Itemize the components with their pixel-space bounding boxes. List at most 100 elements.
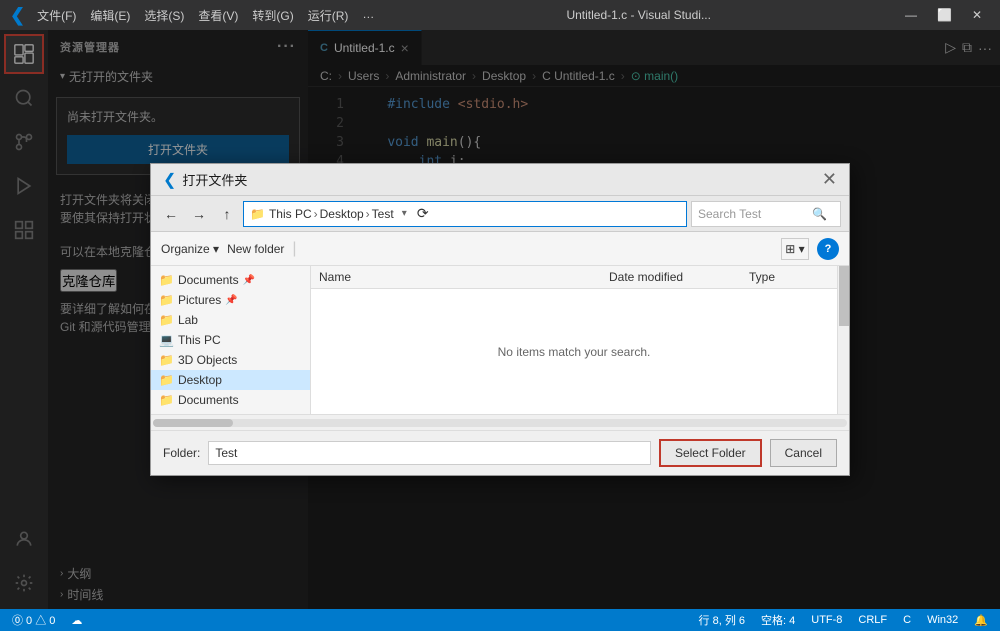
empty-message: No items match your search.	[498, 345, 651, 359]
title-bar-menu: 文件(F) 编辑(E) 选择(S) 查看(V) 转到(G) 运行(R) …	[31, 5, 380, 26]
tree-label-1: Documents	[178, 273, 239, 287]
dialog-vscode-icon: ❮	[163, 170, 176, 190]
folder-input[interactable]	[208, 441, 651, 465]
dialog-title: ❮ 打开文件夹	[163, 170, 247, 190]
window-restore[interactable]: ⬜	[929, 6, 960, 24]
help-button[interactable]: ?	[817, 238, 839, 260]
vscode-icon: ❮	[10, 5, 25, 26]
tree-label-3: Lab	[178, 313, 198, 327]
menu-edit[interactable]: 编辑(E)	[84, 5, 136, 26]
view-toggle-button[interactable]: ⊞ ▾	[781, 238, 809, 260]
dialog-content: 📁 Documents 📌 📁 Pictures 📌 📁 Lab 💻 This …	[151, 266, 849, 414]
tree-item-lab[interactable]: 📁 Lab	[151, 310, 310, 330]
col-name-header[interactable]: Name	[319, 270, 609, 284]
dialog-toolbar: Organize ▾ New folder | ⊞ ▾ ?	[151, 232, 849, 266]
scrollbar-thumb[interactable]	[839, 266, 849, 326]
tree-item-thispc[interactable]: 💻 This PC	[151, 330, 310, 350]
file-list-header: Name Date modified Type	[311, 266, 837, 289]
nav-forward-button[interactable]: →	[187, 202, 211, 226]
address-refresh-button[interactable]: ⟳	[411, 202, 435, 226]
status-bar: ⓪ 0 △ 0 ☁ 行 8, 列 6 空格: 4 UTF-8 CRLF C Wi…	[0, 609, 1000, 631]
dialog-overlay: ❮ 打开文件夹 ✕ ← → ↑ 📁 This PC › Desktop › Te…	[0, 30, 1000, 609]
title-bar-controls: — ⬜ ✕	[897, 6, 990, 24]
status-platform[interactable]: Win32	[923, 614, 962, 626]
col-date-header[interactable]: Date modified	[609, 270, 749, 284]
status-eol[interactable]: CRLF	[854, 614, 891, 626]
status-right: 行 8, 列 6 空格: 4 UTF-8 CRLF C Win32 🔔	[695, 612, 992, 628]
dialog-footer: Folder: Select Folder Cancel	[151, 430, 849, 475]
addr-sep2: ›	[366, 207, 370, 221]
hscroll-track[interactable]	[153, 419, 847, 427]
tree-label-5: 3D Objects	[178, 353, 237, 367]
organize-button[interactable]: Organize ▾	[161, 242, 219, 256]
tree-item-pictures[interactable]: 📁 Pictures 📌	[151, 290, 310, 310]
dialog-close-button[interactable]: ✕	[822, 169, 837, 190]
dialog-hscrollbar[interactable]	[151, 414, 849, 430]
addr-sep1: ›	[314, 207, 318, 221]
tree-folder-icon-1: 📁	[159, 273, 174, 287]
tree-label-4: This PC	[178, 333, 221, 347]
menu-view[interactable]: 查看(V)	[192, 5, 244, 26]
tree-folder-icon-5: 📁	[159, 353, 174, 367]
status-left: ⓪ 0 △ 0 ☁	[8, 612, 86, 628]
dialog-scrollbar[interactable]	[837, 266, 849, 414]
tree-folder-icon-3: 📁	[159, 313, 174, 327]
cancel-button[interactable]: Cancel	[770, 439, 837, 467]
title-bar-left: ❮ 文件(F) 编辑(E) 选择(S) 查看(V) 转到(G) 运行(R) …	[10, 5, 380, 26]
tree-item-documents[interactable]: 📁 Documents 📌	[151, 270, 310, 290]
nav-back-button[interactable]: ←	[159, 202, 183, 226]
col-type-header[interactable]: Type	[749, 270, 829, 284]
tree-folder-icon-6: 📁	[159, 373, 174, 387]
addr-thispc[interactable]: This PC	[269, 207, 312, 221]
menu-file[interactable]: 文件(F)	[31, 5, 82, 26]
addr-test[interactable]: Test	[372, 207, 394, 221]
tree-label-6: Desktop	[178, 373, 222, 387]
nav-up-button[interactable]: ↑	[215, 202, 239, 226]
window-minimize[interactable]: —	[897, 6, 925, 24]
tree-pc-icon: 💻	[159, 333, 174, 347]
status-indent[interactable]: 空格: 4	[757, 612, 799, 628]
status-errors[interactable]: ⓪ 0 △ 0	[8, 612, 59, 628]
title-bar-title: Untitled-1.c - Visual Studi...	[380, 8, 897, 22]
dialog-sidebar: 📁 Documents 📌 📁 Pictures 📌 📁 Lab 💻 This …	[151, 266, 311, 414]
menu-more[interactable]: …	[356, 5, 380, 26]
tree-item-documents2[interactable]: 📁 Documents	[151, 390, 310, 410]
tree-folder-icon-7: 📁	[159, 393, 174, 407]
tree-folder-icon-2: 📁	[159, 293, 174, 307]
dialog-main: Name Date modified Type No items match y…	[311, 266, 837, 414]
search-icon: 🔍	[812, 207, 827, 221]
search-box[interactable]: 🔍	[691, 201, 841, 227]
folder-label: Folder:	[163, 446, 200, 460]
address-dropdown[interactable]: ▾	[402, 208, 407, 219]
tree-label-7: Documents	[178, 393, 239, 407]
tree-item-3dobjects[interactable]: 📁 3D Objects	[151, 350, 310, 370]
select-folder-button[interactable]: Select Folder	[659, 439, 762, 467]
status-position[interactable]: 行 8, 列 6	[695, 612, 749, 628]
tree-item-desktop[interactable]: 📁 Desktop	[151, 370, 310, 390]
dialog-title-text: 打开文件夹	[182, 170, 247, 189]
address-bar[interactable]: 📁 This PC › Desktop › Test ▾ ⟳	[243, 201, 687, 227]
file-list-body: No items match your search.	[311, 289, 837, 414]
search-input[interactable]	[698, 207, 808, 221]
toolbar-separator: |	[292, 240, 296, 258]
menu-select[interactable]: 选择(S)	[138, 5, 190, 26]
tree-label-2: Pictures	[178, 293, 221, 307]
new-folder-button[interactable]: New folder	[227, 242, 284, 256]
address-folder-icon: 📁	[250, 207, 265, 221]
status-sync[interactable]: ☁	[67, 614, 86, 627]
status-encoding[interactable]: UTF-8	[807, 614, 846, 626]
window-close[interactable]: ✕	[964, 6, 990, 24]
pin-icon-1: 📌	[243, 275, 255, 286]
menu-run[interactable]: 运行(R)	[302, 5, 355, 26]
status-notifications[interactable]: 🔔	[970, 614, 992, 627]
open-folder-dialog: ❮ 打开文件夹 ✕ ← → ↑ 📁 This PC › Desktop › Te…	[150, 163, 850, 476]
title-bar: ❮ 文件(F) 编辑(E) 选择(S) 查看(V) 转到(G) 运行(R) … …	[0, 0, 1000, 30]
addr-desktop[interactable]: Desktop	[320, 207, 364, 221]
dialog-nav: ← → ↑ 📁 This PC › Desktop › Test ▾ ⟳ 🔍	[151, 196, 849, 232]
menu-goto[interactable]: 转到(G)	[246, 5, 299, 26]
dialog-titlebar: ❮ 打开文件夹 ✕	[151, 164, 849, 196]
status-language[interactable]: C	[899, 614, 915, 626]
hscroll-thumb[interactable]	[153, 419, 233, 427]
pin-icon-2: 📌	[225, 295, 237, 306]
address-breadcrumb: This PC › Desktop › Test	[269, 207, 394, 221]
